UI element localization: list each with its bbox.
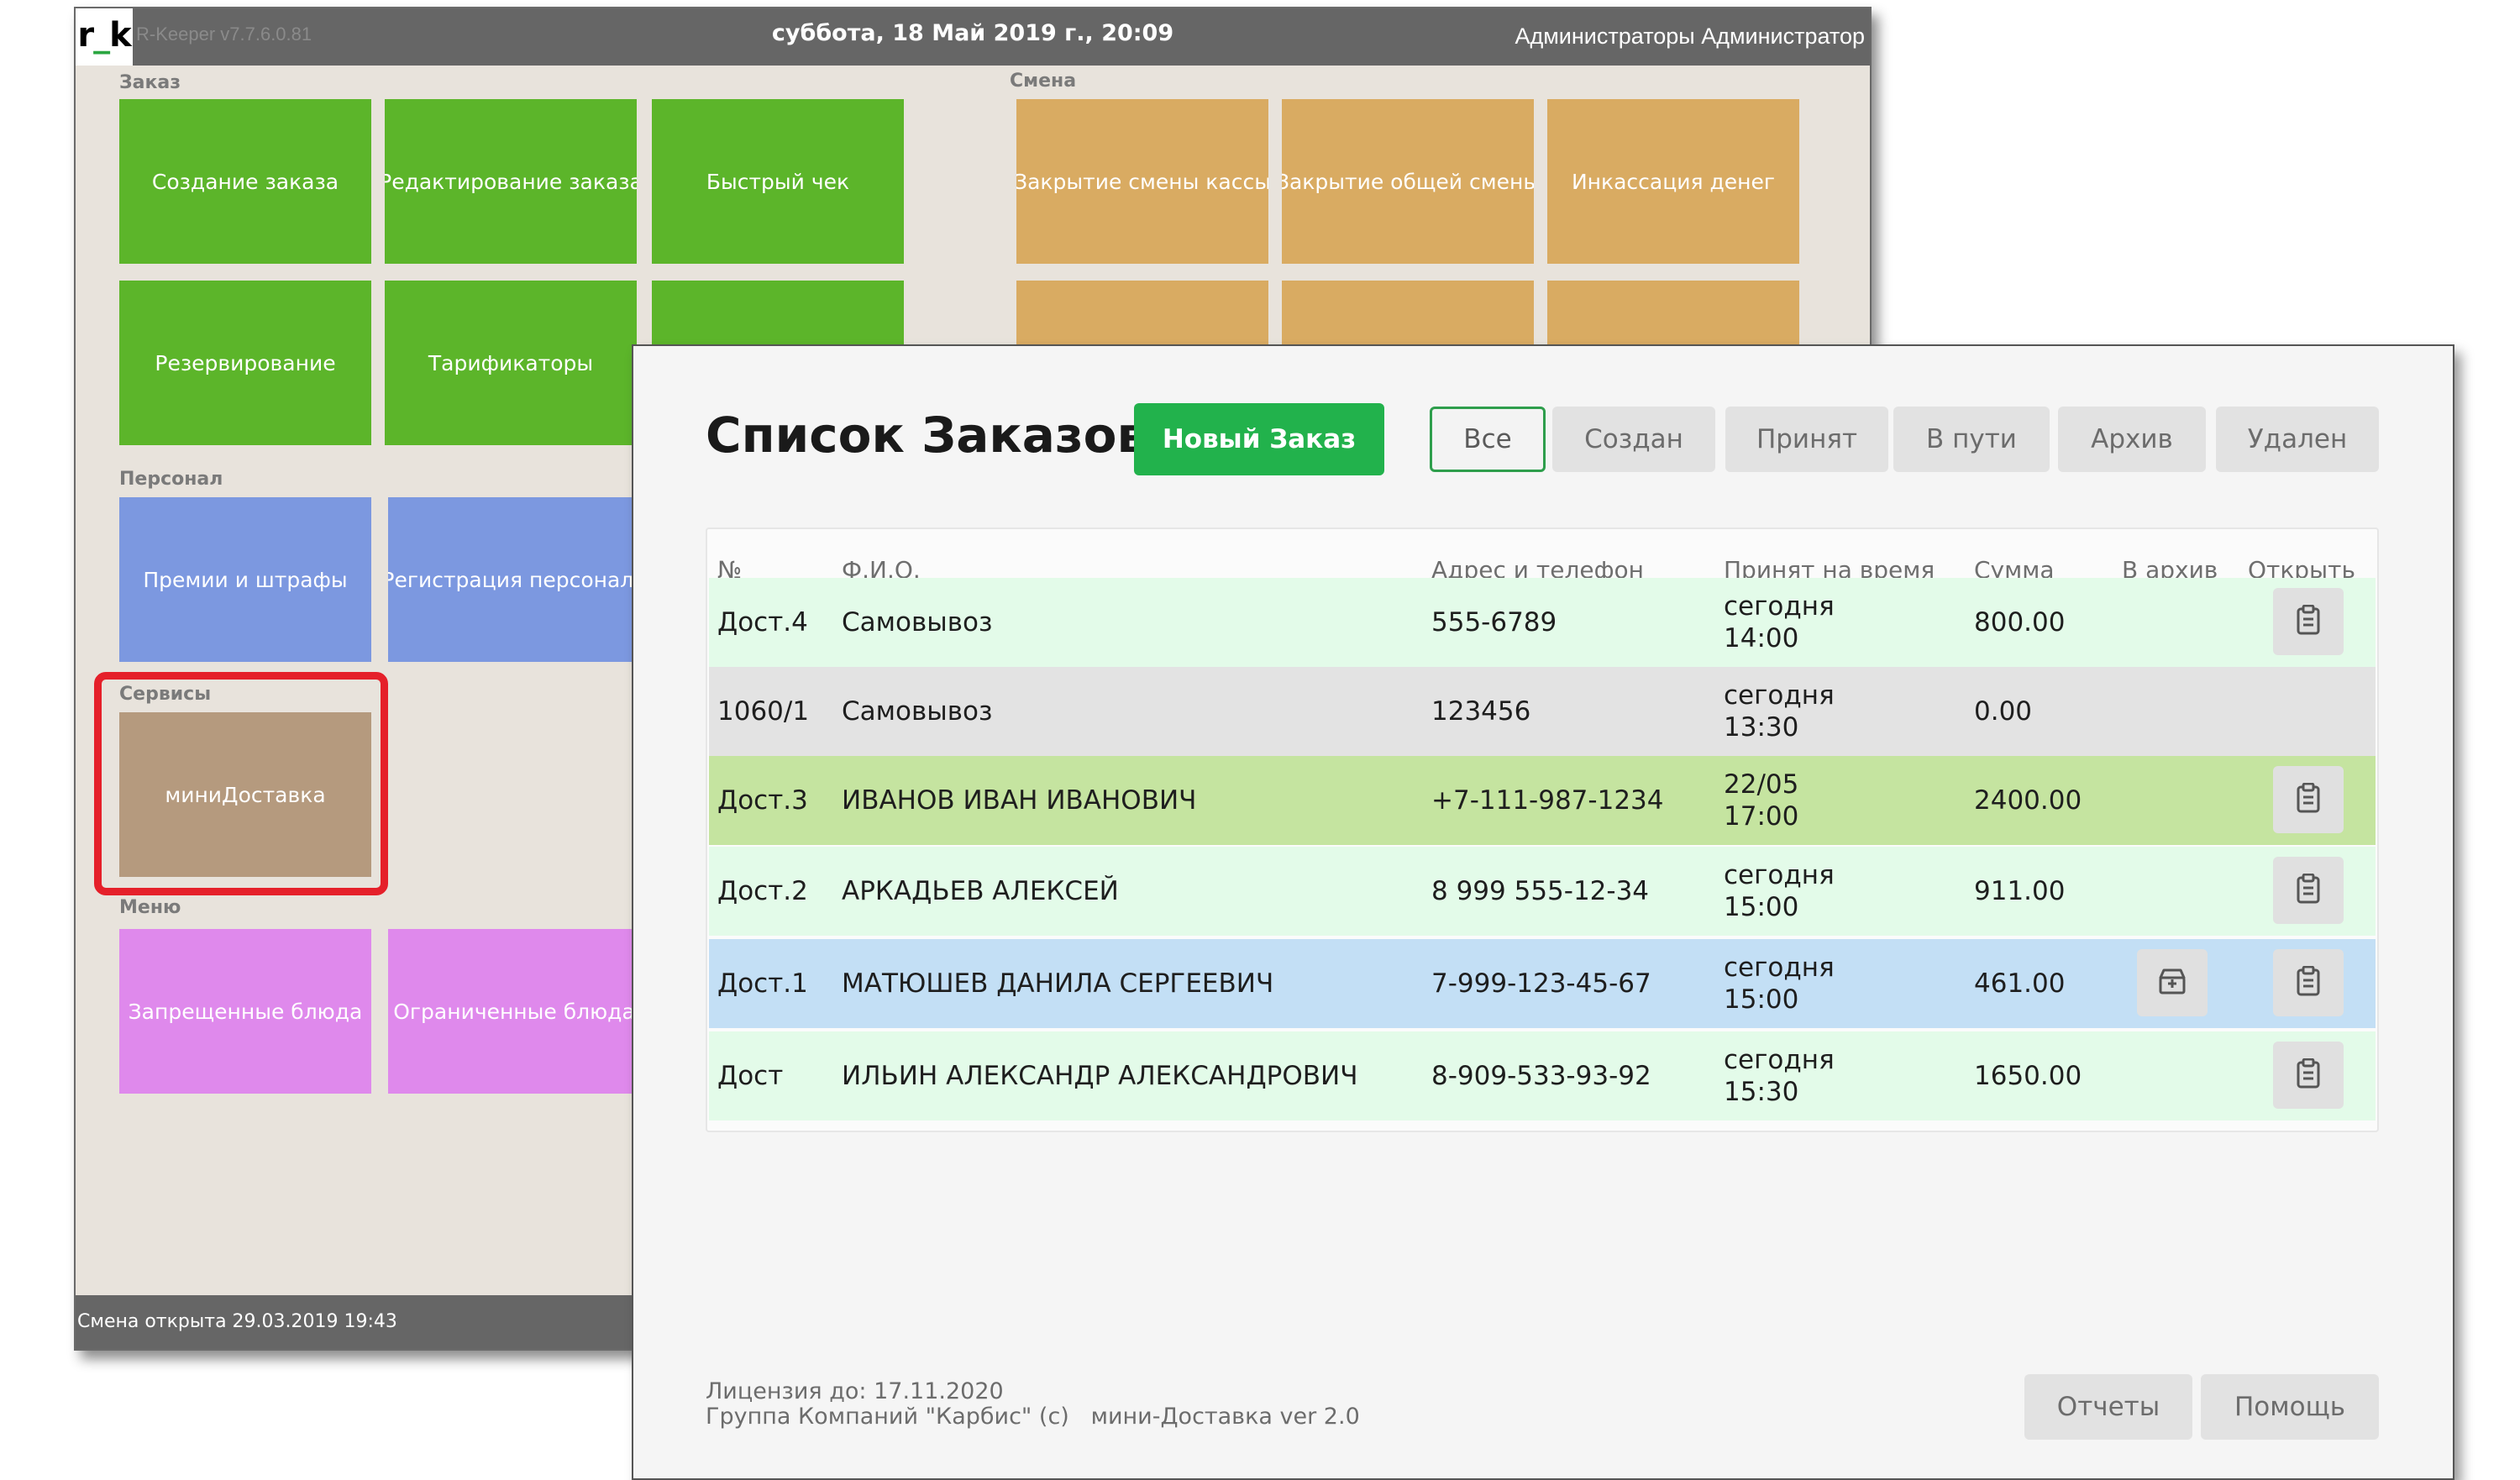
order-time-hour: 17:00	[1724, 801, 1799, 832]
filter-tab-deleted[interactable]: Удален	[2216, 407, 2379, 472]
clipboard-icon	[2296, 1058, 2321, 1092]
license-date: Лицензия до: 17.11.2020	[706, 1378, 1004, 1404]
tile-cash-collection[interactable]: Инкассация денег	[1547, 99, 1799, 264]
license-info: Лицензия до: 17.11.2020 Группа Компаний …	[706, 1379, 1360, 1430]
customer-phone: 7-999-123-45-67	[1431, 968, 1651, 999]
table-row: Дост.3 ИВАНОВ ИВАН ИВАНОВИЧ +7-111-987-123…	[709, 756, 2376, 845]
order-time-hour: 15:00	[1724, 984, 1799, 1015]
tile-edit-order[interactable]: Редактирование заказа	[385, 99, 637, 264]
clipboard-icon	[2296, 604, 2321, 638]
order-time-hour: 14:00	[1724, 623, 1799, 653]
customer-phone: +7-111-987-1234	[1431, 785, 1664, 816]
customer-phone: 8-909-533-93-92	[1431, 1061, 1651, 1091]
clipboard-icon	[2296, 873, 2321, 907]
order-sum: 800.00	[1974, 607, 2066, 638]
order-number: Дост.2	[717, 876, 808, 906]
order-time: сегодня 15:00	[1724, 847, 1835, 936]
tile-close-common-shift[interactable]: Закрытие общей смены	[1282, 99, 1534, 264]
order-time-day: сегодня	[1724, 860, 1835, 890]
order-sum: 461.00	[1974, 968, 2066, 999]
section-shift-label: Смена	[1010, 71, 1077, 92]
open-order-button[interactable]	[2273, 766, 2344, 833]
customer-phone: 8 999 555-12-34	[1431, 876, 1650, 906]
order-number: Дост.3	[717, 785, 808, 816]
reports-button[interactable]: Отчеты	[2024, 1374, 2192, 1440]
table-row: 1060/1 Самовывоз 123456 0.00 сегодня 13:30	[709, 667, 2376, 756]
customer-phone: 123456	[1431, 696, 1531, 727]
customer-phone: 555-6789	[1431, 607, 1557, 638]
page-title: Список Заказов	[706, 407, 1148, 464]
filter-tab-archive[interactable]: Архив	[2058, 407, 2206, 472]
orders-table: № Ф.И.О. Адрес и телефон Принят на время…	[706, 527, 2379, 1132]
order-time: сегодня 14:00	[1724, 578, 1835, 667]
customer-name: Самовывоз	[842, 607, 993, 638]
order-time: 22/05 17:00	[1724, 756, 1798, 845]
order-time-hour: 13:30	[1724, 712, 1799, 743]
order-sum: 911.00	[1974, 876, 2066, 906]
tile-close-cash-shift[interactable]: Закрытие смены кассы	[1016, 99, 1268, 264]
order-time-day: сегодня	[1724, 1045, 1835, 1075]
company-name: Группа Компаний "Карбис" (с)	[706, 1404, 1069, 1430]
tile-limited-dishes[interactable]: Ограниченные блюда	[388, 929, 640, 1094]
order-number: 1060/1	[717, 696, 810, 727]
clipboard-icon	[2296, 965, 2321, 1000]
rkeeper-title-bar: r_k R-Keeper v7.7.6.0.81 суббота, 18 Май…	[76, 8, 1870, 66]
tile-create-order[interactable]: Создание заказа	[119, 99, 371, 264]
customer-name: ИВАНОВ ИВАН ИВАНОВИЧ	[842, 785, 1197, 816]
open-order-button[interactable]	[2273, 588, 2344, 655]
section-order-label: Заказ	[119, 72, 181, 93]
order-sum: 1650.00	[1974, 1061, 2082, 1091]
order-time-hour: 15:30	[1724, 1077, 1799, 1107]
section-menu-label: Меню	[119, 897, 181, 918]
tile-staff-registration[interactable]: Регистрация персонала	[388, 497, 640, 662]
filter-tab-all[interactable]: Все	[1430, 407, 1546, 472]
tile-tariffs[interactable]: Тарификаторы	[385, 281, 637, 445]
help-button[interactable]: Помощь	[2201, 1374, 2379, 1440]
table-row: Дост.1 МАТЮШЕВ ДАНИЛА СЕРГЕЕВИЧ 7-999-123-…	[709, 939, 2376, 1028]
highlight-frame	[94, 672, 388, 895]
order-sum: 0.00	[1974, 696, 2033, 727]
customer-name: Самовывоз	[842, 696, 993, 727]
filter-tab-on-the-way[interactable]: В пути	[1893, 407, 2050, 472]
order-time-day: 22/05	[1724, 769, 1799, 800]
clipboard-icon	[2296, 782, 2321, 816]
table-row: Дост ИЛЬИН АЛЕКСАНДР АЛЕКСАНДРОВИЧ 8-909-5…	[709, 1031, 2376, 1120]
open-order-button[interactable]	[2273, 949, 2344, 1016]
tile-bonuses[interactable]: Премии и штрафы	[119, 497, 371, 662]
tile-quick-check[interactable]: Быстрый чек	[652, 99, 904, 264]
open-order-button[interactable]	[2273, 857, 2344, 924]
rkeeper-user: Администраторы Администратор	[1515, 24, 1865, 49]
order-time-day: сегодня	[1724, 680, 1835, 711]
order-number: Дост.1	[717, 968, 808, 999]
table-row: Дост.2 АРКАДЬЕВ АЛЕКСЕЙ 8 999 555-12-34 911…	[709, 847, 2376, 936]
app-version: мини-Доставка ver 2.0	[1090, 1404, 1360, 1430]
order-time-hour: 15:00	[1724, 892, 1799, 922]
order-number: Дост.4	[717, 607, 808, 638]
mini-delivery-window: Список Заказов Новый Заказ Все Создан Пр…	[632, 344, 2454, 1480]
order-time: сегодня 15:00	[1724, 939, 1835, 1028]
order-time: сегодня 13:30	[1724, 667, 1835, 756]
section-staff-label: Персонал	[119, 469, 223, 490]
open-order-button[interactable]	[2273, 1042, 2344, 1109]
filter-tab-accepted[interactable]: Принят	[1725, 407, 1888, 472]
archive-button[interactable]	[2137, 949, 2208, 1016]
order-time-day: сегодня	[1724, 591, 1835, 622]
tile-reservation[interactable]: Резервирование	[119, 281, 371, 445]
filter-tab-created[interactable]: Создан	[1552, 407, 1715, 472]
customer-name: АРКАДЬЕВ АЛЕКСЕЙ	[842, 876, 1119, 906]
table-row: Дост.4 Самовывоз 555-6789 800.00 сегодня 14:0…	[709, 578, 2376, 667]
order-sum: 2400.00	[1974, 785, 2082, 816]
new-order-button[interactable]: Новый Заказ	[1134, 403, 1384, 475]
customer-name: МАТЮШЕВ ДАНИЛА СЕРГЕЕВИЧ	[842, 968, 1274, 999]
tile-forbidden-dishes[interactable]: Запрещенные блюда	[119, 929, 371, 1094]
archive-box-icon	[2157, 966, 2187, 1000]
order-time: сегодня 15:30	[1724, 1031, 1835, 1120]
order-number: Дост	[717, 1061, 784, 1091]
customer-name: ИЛЬИН АЛЕКСАНДР АЛЕКСАНДРОВИЧ	[842, 1061, 1358, 1091]
order-time-day: сегодня	[1724, 953, 1835, 983]
